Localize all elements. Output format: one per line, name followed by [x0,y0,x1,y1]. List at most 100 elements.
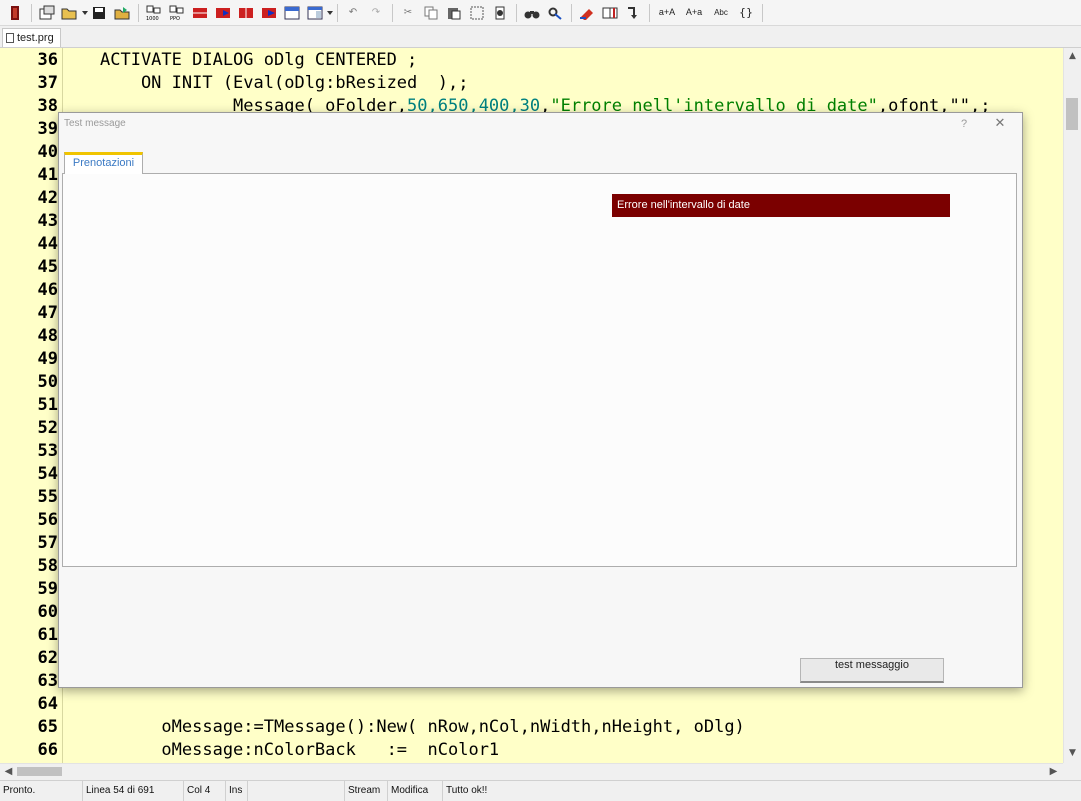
line-number: 53 [37,441,58,461]
line-number: 66 [37,740,58,760]
exit-icon[interactable] [6,4,24,22]
dropdown-arrow-icon[interactable] [327,4,333,22]
line-number: 46 [37,280,58,300]
folder-page [62,173,1017,567]
undo-icon[interactable]: ↶ [344,4,362,22]
spell-check-icon[interactable]: Abc [710,4,732,22]
file-tab-strip: test.prg [0,27,1081,48]
status-line: Linea 54 di 691 [83,781,184,801]
line-number: 47 [37,303,58,323]
line-number: 39 [37,119,58,139]
line-number: 60 [37,602,58,622]
scroll-left-icon[interactable]: ◀ [0,764,17,781]
status-empty [248,781,345,801]
toolbar-separator [649,3,650,22]
tab-test-prg[interactable]: test.prg [2,28,61,47]
find-icon[interactable] [523,4,541,22]
line-number: 52 [37,418,58,438]
toolbar-separator [762,3,763,22]
line-number: 37 [37,73,58,93]
build-icon[interactable]: 1000 [145,4,163,22]
macro-icon-2[interactable] [214,4,232,22]
scroll-right-icon[interactable]: ▶ [1045,764,1062,781]
line-number: 49 [37,349,58,369]
line-number: 65 [37,717,58,737]
open-folder-icon[interactable] [61,4,79,22]
status-column: Col 4 [184,781,226,801]
line-number: 62 [37,648,58,668]
toolbar-separator [337,3,338,22]
test-message-button[interactable]: test messaggio [800,658,944,683]
status-modified: Modifica [388,781,443,801]
window-icon-1[interactable] [283,4,301,22]
build-ppo-icon[interactable]: PPO [168,4,186,22]
line-number: 48 [37,326,58,346]
horizontal-scroll-thumb[interactable] [17,767,62,776]
dropdown-arrow-icon[interactable] [82,4,88,22]
macro-icon-4[interactable] [260,4,278,22]
replace-icon[interactable] [491,4,509,22]
toolbar-separator [31,3,32,22]
line-number: 55 [37,487,58,507]
close-icon[interactable]: ✕ [992,115,1008,133]
copy-icon[interactable] [422,4,440,22]
test-message-dialog: Test message ? ✕ Prenotazioni Errore nel… [58,112,1023,688]
error-message-bar: Errore nell'intervallo di date [612,194,950,217]
line-number: 38 [37,96,58,116]
line-number: 40 [37,142,58,162]
status-insert-mode: Ins [226,781,248,801]
code-line: ON INIT (Eval(oDlg:bResized ),; [100,73,469,93]
macro-icon-1[interactable] [191,4,209,22]
toolbar-separator [516,3,517,22]
vertical-scroll-thumb[interactable] [1066,98,1078,130]
uppercase-icon[interactable]: A+a [683,4,705,22]
document-icon [6,33,14,43]
dialog-title: Test message [64,118,126,129]
status-stream: Stream [345,781,388,801]
code-line: ACTIVATE DIALOG oDlg CENTERED ; [100,50,418,70]
goto-icon[interactable] [624,4,642,22]
macro-icon-3[interactable] [237,4,255,22]
status-ready: Pronto. [0,781,83,801]
code-line: oMessage:nColorBack := nColor1 [100,740,500,760]
lowercase-icon[interactable]: a+A [656,4,678,22]
window-icon-2[interactable] [306,4,324,22]
open-file-icon[interactable] [113,4,131,22]
toolbar-separator [571,3,572,22]
select-all-icon[interactable] [468,4,486,22]
line-number: 50 [37,372,58,392]
line-number: 51 [37,395,58,415]
line-number: 45 [37,257,58,277]
toolbar: 1000 PPO ↶ ↷ ✂ a+A A+a Abc {} [0,0,1081,26]
line-number: 43 [37,211,58,231]
line-number: 54 [37,464,58,484]
find-next-icon[interactable] [546,4,564,22]
new-project-icon[interactable] [38,4,56,22]
save-icon[interactable] [90,4,108,22]
paste-icon[interactable] [445,4,463,22]
cut-icon[interactable]: ✂ [399,4,417,22]
horizontal-scrollbar[interactable]: ◀ ▶ [0,763,1063,780]
braces-icon[interactable]: {} [737,4,755,22]
bookmark-icon[interactable] [578,4,596,22]
line-number: 41 [37,165,58,185]
line-number: 63 [37,671,58,691]
scroll-up-icon[interactable]: ▲ [1064,48,1081,65]
status-bar: Pronto. Linea 54 di 691 Col 4 Ins Stream… [0,780,1081,801]
line-number-gutter: 36 37 38 39 40 41 42 43 44 45 46 47 48 49 50 51 52 53 54 55… [0,48,63,763]
line-number: 36 [37,50,58,70]
line-number: 44 [37,234,58,254]
line-number: 57 [37,533,58,553]
tab-label: test.prg [17,32,54,44]
scroll-down-icon[interactable]: ▼ [1064,745,1081,762]
line-number: 59 [37,579,58,599]
line-number: 61 [37,625,58,645]
help-icon[interactable]: ? [957,115,971,133]
redo-icon[interactable]: ↷ [367,4,385,22]
status-message: Tutto ok!! [446,785,488,796]
toolbar-separator [392,3,393,22]
book-icon[interactable] [601,4,619,22]
vertical-scrollbar[interactable]: ▲ ▼ [1063,48,1081,763]
line-number: 64 [37,694,58,714]
tab-prenotazioni[interactable]: Prenotazioni [64,152,143,174]
